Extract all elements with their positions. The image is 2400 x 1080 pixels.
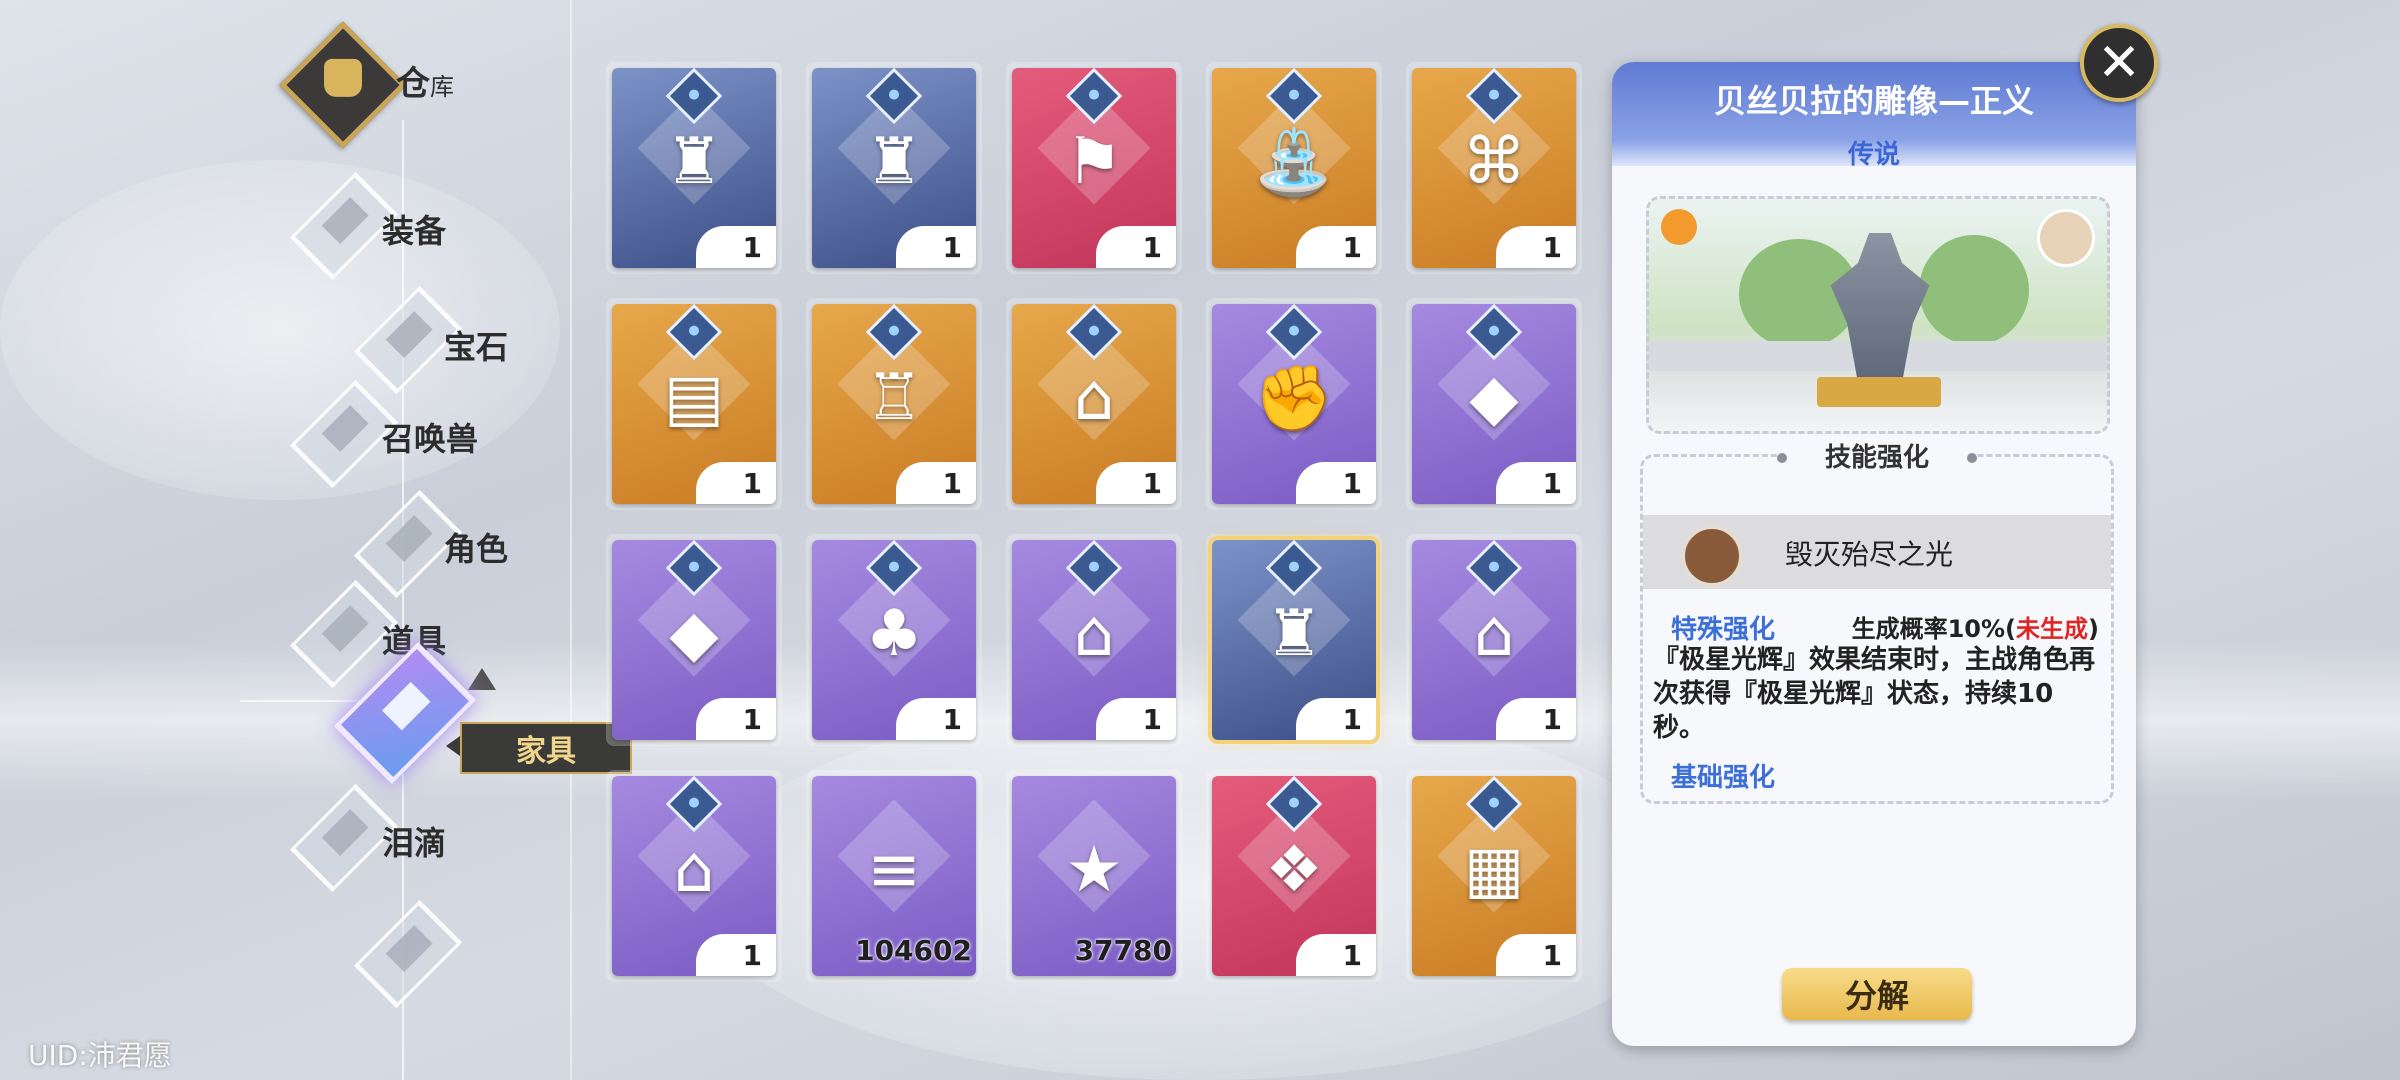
item-slot[interactable]: ❖ 1 [1212,776,1376,976]
rock-icon: ◆ [669,597,719,671]
skill-row: 毁灭殆尽之光 [1643,515,2111,589]
nav-item-equipment[interactable]: 装备 [382,206,446,252]
item-slot[interactable]: ✊ 1 [1212,304,1376,504]
item-count: 1 [696,462,776,504]
character-avatar [2037,209,2095,267]
uid-label: UID:沛君愿 [28,1039,172,1072]
statue-icon: ♜ [665,125,723,199]
fist-statue-icon: ✊ [1254,361,1334,436]
notice-board-icon: ▤ [663,361,725,435]
item-slot[interactable]: ⛲ 1 [1212,68,1376,268]
element-icon [1661,209,1697,245]
statue-icon: ♜ [865,125,923,199]
shop-icon: ⌂ [673,833,715,907]
item-count: 1 [1496,462,1576,504]
ice-block-icon: ▦ [1463,833,1525,907]
skill-icon [1681,525,1743,587]
item-count: 1 [1496,934,1576,976]
item-detail-panel: 贝丝贝拉的雕像—正义 传说 技能强化 毁灭殆尽之光 特殊强化 生成概率10%(未… [1612,62,2136,1046]
item-slot[interactable]: ▤ 1 [612,304,776,504]
shop-icon: ⌂ [1473,597,1515,671]
close-button[interactable]: ✕ [2080,24,2158,102]
lamp-post-icon: ♖ [865,361,923,435]
item-slot[interactable]: ⌂ 1 [1012,304,1176,504]
nav-diamond-more[interactable] [353,899,463,1009]
item-slot[interactable]: ♣ 1 [812,540,976,740]
item-count: 37780 [1074,934,1172,967]
item-slot[interactable]: ◆ 1 [1412,304,1576,504]
item-slot[interactable]: ♖ 1 [812,304,976,504]
item-count: 1 [1096,698,1176,740]
item-count: 1 [896,226,976,268]
item-count: 1 [896,698,976,740]
house-icon: ⌂ [1073,361,1115,435]
special-enhance-label: 特殊强化 [1671,615,1776,645]
item-slot[interactable]: ⌂ 1 [1012,540,1176,740]
ice-rock-icon: ❖ [1265,833,1323,907]
generation-status: 未生成 [2016,615,2089,643]
item-preview [1646,196,2110,434]
item-count: 1 [696,934,776,976]
triangle-icon [468,668,496,690]
tree-decoration [1919,235,2029,345]
item-slot[interactable]: ♜ 1 [612,68,776,268]
item-count: 104602 [855,934,972,967]
base-enhance-label: 基础强化 [1671,763,1776,793]
warehouse-icon [279,21,407,149]
skill-box: 技能强化 毁灭殆尽之光 特殊强化 生成概率10%(未生成) 『极星光辉』效果结束… [1640,439,2114,804]
skill-description: 『极星光辉』效果结束时，主战角色再次获得『极星光辉』状态，持续10秒。 [1653,645,2096,743]
item-slot[interactable]: ♜ 1 [812,68,976,268]
logs-icon: ≡ [867,833,921,907]
nav-item-character[interactable]: 角色 [444,524,508,570]
item-slot[interactable]: ⌂ 1 [1412,540,1576,740]
decompose-button[interactable]: 分解 [1782,968,1972,1020]
fountain-icon: ⛲ [1254,125,1334,200]
item-count: 1 [1096,226,1176,268]
nav-item-tears[interactable]: 泪滴 [382,818,446,864]
item-title: 贝丝贝拉的雕像—正义 [1713,82,2034,120]
item-rarity: 传说 [1847,140,1900,170]
pedestal-icon [1817,377,1941,407]
item-slot[interactable]: ⌂ 1 [612,776,776,976]
generation-rate: 生成概率10%(未生成) [1851,615,2099,643]
item-count: 1 [896,462,976,504]
item-count: 1 [696,226,776,268]
item-count: 1 [1296,698,1376,740]
tree-icon: ♣ [865,597,923,671]
grid-divider [570,0,572,1080]
rock-icon: ◆ [1469,361,1519,435]
item-count: 1 [1496,226,1576,268]
nav-item-gem[interactable]: 宝石 [444,322,508,368]
warehouse-title: 仓库 [396,64,454,104]
statue-icon: ♜ [1265,597,1323,671]
item-count: 1 [1296,934,1376,976]
item-slot[interactable]: ▦ 1 [1412,776,1576,976]
frog-fence-icon: ⌘ [1462,125,1526,199]
item-count: 1 [1296,226,1376,268]
item-slot[interactable]: ♜ 1 [1212,540,1376,740]
item-slot[interactable]: ⌘ 1 [1412,68,1576,268]
house-icon: ⌂ [1073,597,1115,671]
item-count: 1 [696,698,776,740]
skill-section-title: 技能强化 [1777,439,1977,477]
banner-icon: ⚑ [1065,125,1123,199]
item-slot[interactable]: ⚑ 1 [1012,68,1176,268]
item-count: 1 [1496,698,1576,740]
star-icon: ★ [1065,833,1123,907]
item-count: 1 [1096,462,1176,504]
item-slot[interactable]: ◆ 1 [612,540,776,740]
nav-item-summon[interactable]: 召唤兽 [382,414,478,460]
skill-name: 毁灭殆尽之光 [1785,538,1954,571]
item-count: 1 [1296,462,1376,504]
